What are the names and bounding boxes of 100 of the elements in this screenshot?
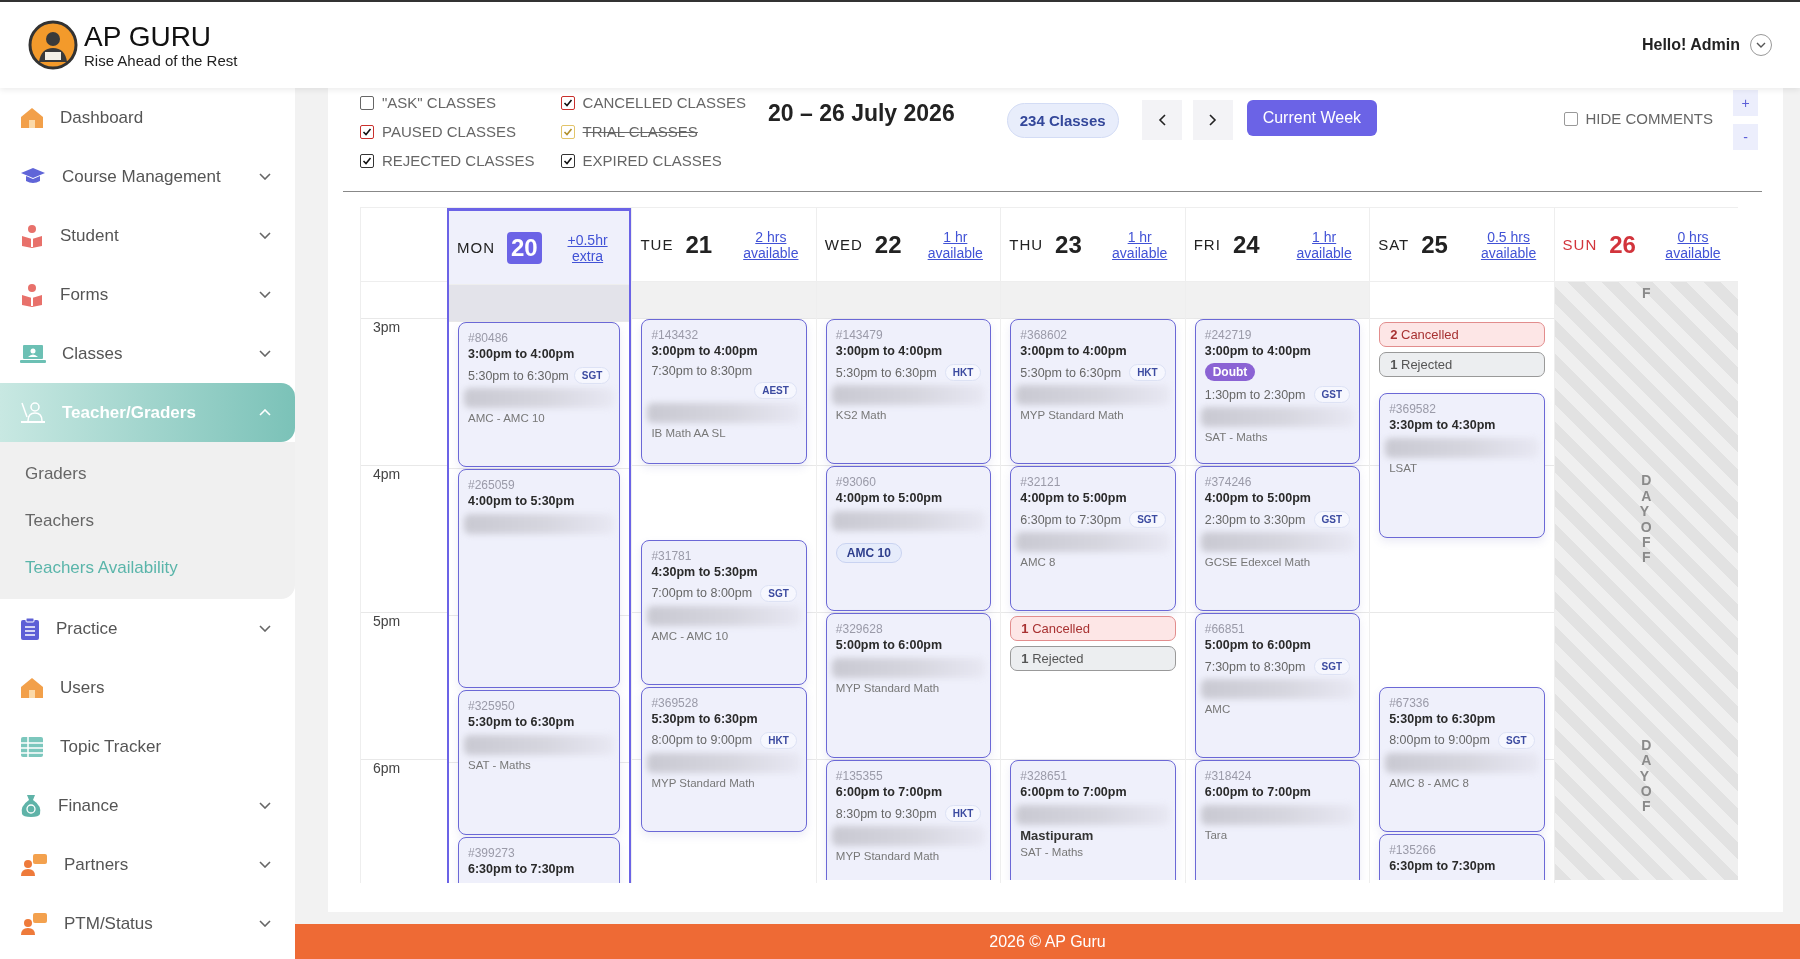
- local-time: 8:00pm to 9:00pm: [1389, 733, 1490, 747]
- nav-item[interactable]: Course Management: [0, 147, 295, 206]
- checkbox[interactable]: [360, 95, 374, 110]
- course-tag: AMC 10: [835, 543, 902, 563]
- checkbox[interactable]: [360, 124, 374, 139]
- weekday-label: TUE: [640, 236, 674, 253]
- class-card[interactable]: #374246 4:00pm to 5:00pm 2:30pm to 3:30pm GST GCSE Edexcel Math: [1194, 466, 1361, 611]
- nav-item[interactable]: Finance: [0, 776, 295, 835]
- class-card[interactable]: #369528 5:30pm to 6:30pm 8:00pm to 9:00pm HKT MYP Standard Math: [641, 686, 807, 832]
- class-time: 5:30pm to 6:30pm: [468, 713, 575, 731]
- nav-item[interactable]: Forms: [0, 265, 295, 324]
- class-card[interactable]: #143479 3:00pm to 4:00pm 5:30pm to 6:30pm HKT KS2 Math: [825, 319, 992, 464]
- status-summary[interactable]: 2 Cancelled: [1379, 322, 1545, 347]
- weekday-label: SUN: [1562, 236, 1598, 253]
- status-summary[interactable]: 1 Cancelled: [1010, 616, 1176, 641]
- timezone-tag: GST: [1313, 511, 1351, 528]
- availability-link[interactable]: 1 hr available: [1102, 228, 1177, 261]
- class-time: 4:30pm to 5:30pm: [651, 563, 758, 581]
- course-name: MYP Standard Math: [1020, 408, 1124, 423]
- class-card[interactable]: #318424 6:00pm to 7:00pm Tara: [1194, 760, 1361, 880]
- class-card[interactable]: #32121 4:00pm to 5:00pm 6:30pm to 7:30pm SGT AMC 8: [1010, 466, 1176, 611]
- weekday-label: MON: [457, 239, 495, 256]
- hour-label: 4pm: [373, 466, 401, 482]
- timezone-tag: GST: [1313, 386, 1351, 403]
- timezone-tag: SGT: [1313, 658, 1351, 675]
- nav-item[interactable]: Users: [0, 658, 295, 717]
- timezone-tag: AEST: [754, 382, 797, 399]
- local-time: 2:30pm to 3:30pm: [1204, 512, 1306, 527]
- laptop-user-icon: [20, 343, 46, 364]
- submenu-item[interactable]: Teachers: [0, 497, 295, 544]
- nav-item[interactable]: Student: [0, 206, 295, 265]
- submenu-item[interactable]: Graders: [0, 450, 295, 497]
- class-card[interactable]: #369582 3:30pm to 4:30pm LSAT: [1379, 392, 1545, 538]
- class-id: #135266: [1389, 841, 1436, 858]
- filter-label: CANCELLED CLASSES: [582, 94, 746, 111]
- class-card[interactable]: #399273 6:30pm to 7:30pm: [458, 836, 621, 883]
- course-name: Tara: [1204, 828, 1228, 843]
- day-off-label: F: [1641, 286, 1652, 302]
- timezone-tag: SGT: [1129, 511, 1166, 528]
- class-time: 5:00pm to 6:00pm: [1204, 637, 1311, 654]
- zoom-out-button[interactable]: -: [1733, 124, 1758, 150]
- person-speech-icon: [20, 911, 48, 936]
- day-off-label: DAY OFF: [1639, 473, 1653, 566]
- class-time: 6:30pm to 7:30pm: [468, 860, 575, 878]
- class-card[interactable]: #242719 3:00pm to 4:00pm Doubt 1:30pm to 2:30pm GST SAT - Maths: [1194, 319, 1361, 464]
- class-card[interactable]: #265059 4:00pm to 5:30pm: [458, 469, 621, 688]
- status-summary[interactable]: 1 Rejected: [1379, 352, 1545, 377]
- zoom-in-button[interactable]: +: [1733, 90, 1758, 116]
- user-menu-button[interactable]: [1750, 34, 1772, 56]
- class-id: #328651: [1020, 768, 1067, 784]
- availability-link[interactable]: 1 hr available: [1287, 228, 1362, 261]
- nav-item[interactable]: Dashboard: [0, 88, 295, 147]
- class-card[interactable]: #135355 6:00pm to 7:00pm 8:30pm to 9:30pm HKT MYP Standard Math: [825, 760, 992, 880]
- class-card[interactable]: #325950 5:30pm to 6:30pm SAT - Maths: [458, 689, 621, 835]
- date-range-title: 20 – 26 July 2026: [768, 100, 955, 127]
- home-icon: [20, 675, 44, 700]
- weekday-label: THU: [1009, 236, 1044, 253]
- timezone-tag: HKT: [1129, 364, 1166, 381]
- nav-item[interactable]: Practice: [0, 599, 295, 658]
- availability-link[interactable]: 0.5 hrs available: [1471, 228, 1546, 261]
- class-card[interactable]: #368602 3:00pm to 4:00pm 5:30pm to 6:30pm HKT MYP Standard Math: [1010, 319, 1176, 464]
- course-name: MYP Standard Math: [835, 681, 940, 696]
- availability-link[interactable]: 1 hr available: [918, 228, 993, 261]
- nav-item[interactable]: Partners: [0, 835, 295, 894]
- class-card[interactable]: #66851 5:00pm to 6:00pm 7:30pm to 8:30pm SGT AMC: [1194, 613, 1361, 758]
- course-name: KS2 Math: [835, 408, 887, 423]
- class-time: 3:00pm to 4:00pm: [468, 346, 575, 363]
- class-id: #399273: [468, 844, 515, 861]
- local-time: 8:00pm to 9:00pm: [651, 733, 753, 747]
- availability-link[interactable]: 0 hrs available: [1656, 228, 1730, 261]
- course-name: SAT - Maths: [468, 757, 531, 773]
- course-name: MYP Standard Math: [651, 775, 755, 791]
- status-summary[interactable]: 1 Rejected: [1010, 646, 1176, 671]
- student-name: Mastipuram: [1020, 827, 1094, 844]
- filter-label: PAUSED CLASSES: [382, 123, 516, 140]
- checkbox[interactable]: [560, 95, 575, 110]
- class-id: #93060: [835, 474, 876, 490]
- class-card[interactable]: #93060 4:00pm to 5:00pm AMC 10: [825, 466, 992, 611]
- nav-item[interactable]: Topic Tracker: [0, 717, 295, 776]
- availability-link[interactable]: +0.5hr extra: [553, 231, 622, 264]
- class-time: 6:30pm to 7:30pm: [1389, 857, 1496, 875]
- checkbox[interactable]: [560, 153, 575, 168]
- class-card[interactable]: #328651 6:00pm to 7:00pm Mastipuram SAT - Maths: [1010, 760, 1176, 880]
- class-card[interactable]: #143432 3:00pm to 4:00pm 7:30pm to 8:30pm AEST IB Math AA SL: [641, 319, 807, 464]
- class-card[interactable]: #31781 4:30pm to 5:30pm 7:00pm to 8:00pm SGT AMC - AMC 10: [641, 539, 807, 685]
- class-time: 4:00pm to 5:00pm: [1020, 490, 1127, 507]
- checkbox[interactable]: [360, 153, 374, 168]
- current-week-button[interactable]: Current Week: [1246, 100, 1378, 136]
- class-card[interactable]: #67336 5:30pm to 6:30pm 8:00pm to 9:00pm SGT AMC 8 - AMC 8: [1379, 686, 1545, 832]
- nav-item[interactable]: PTM/Status: [0, 894, 295, 953]
- availability-link[interactable]: 2 hrs available: [733, 228, 808, 261]
- course-name: AMC - AMC 10: [651, 628, 729, 644]
- brand-name: AP GURU: [84, 21, 213, 52]
- nav-item[interactable]: Classes: [0, 324, 295, 383]
- checkbox[interactable]: [1563, 111, 1578, 126]
- chevron-right-icon: [1208, 114, 1217, 126]
- class-card[interactable]: #80486 3:00pm to 4:00pm 5:30pm to 6:30pm SGT AMC - AMC 10: [458, 322, 621, 467]
- class-id: #67336: [1389, 694, 1430, 711]
- class-card[interactable]: #135266 6:30pm to 7:30pm: [1379, 833, 1545, 880]
- class-card[interactable]: #329628 5:00pm to 6:00pm MYP Standard Math: [825, 613, 992, 758]
